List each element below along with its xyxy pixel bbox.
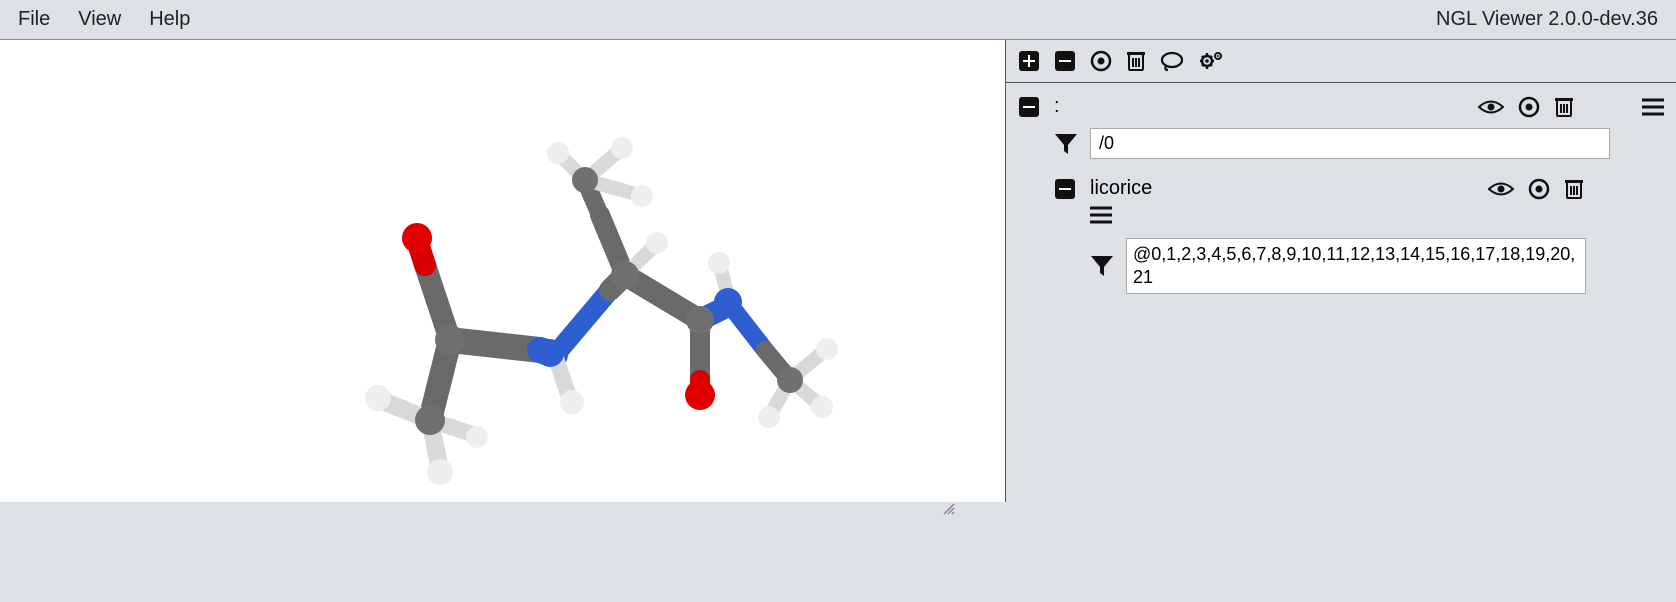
component-filter-row (1018, 128, 1664, 159)
settings-icon[interactable] (1198, 50, 1224, 72)
collapse-icon[interactable] (1018, 96, 1040, 118)
lasso-icon[interactable] (1160, 50, 1184, 72)
component-filter-input[interactable] (1090, 128, 1610, 159)
component-label: : (1054, 95, 1060, 118)
center-all-icon[interactable] (1090, 50, 1112, 72)
representation-filter-row: @0,1,2,3,4,5,6,7,8,9,10,11,12,13,14,15,1… (1018, 238, 1664, 294)
viewport-3d[interactable] (0, 40, 1005, 502)
representation-label: licorice (1090, 177, 1152, 200)
statusbar (0, 502, 1676, 602)
representation-menu-row (1018, 206, 1664, 224)
app-version: NGL Viewer 2.0.0-dev.36 (1436, 8, 1658, 31)
component-row: : (1018, 95, 1664, 118)
trash-all-icon[interactable] (1126, 50, 1146, 72)
components-panel: : (1006, 83, 1676, 316)
menu-file[interactable]: File (18, 8, 50, 31)
filter-icon[interactable] (1090, 255, 1114, 277)
representation-row: licorice (1018, 177, 1664, 200)
trash-icon[interactable] (1554, 96, 1574, 118)
collapse-all-icon[interactable] (1054, 50, 1076, 72)
center-icon[interactable] (1518, 96, 1540, 118)
content: : (0, 40, 1676, 502)
eye-icon[interactable] (1488, 180, 1514, 198)
resize-handle-icon[interactable] (0, 502, 1676, 519)
eye-icon[interactable] (1478, 98, 1504, 116)
menu-help[interactable]: Help (149, 8, 190, 31)
hamburger-icon[interactable] (1090, 206, 1112, 224)
representation-filter-input[interactable]: @0,1,2,3,4,5,6,7,8,9,10,11,12,13,14,15,1… (1126, 238, 1586, 294)
filter-icon[interactable] (1054, 133, 1078, 155)
collapse-icon[interactable] (1054, 178, 1076, 200)
expand-all-icon[interactable] (1018, 50, 1040, 72)
sidebar-toolbar (1006, 40, 1676, 83)
hamburger-icon[interactable] (1642, 98, 1664, 116)
menu-view[interactable]: View (78, 8, 121, 31)
center-icon[interactable] (1528, 178, 1550, 200)
menubar: File View Help NGL Viewer 2.0.0-dev.36 (0, 0, 1676, 40)
sidebar: : (1005, 40, 1676, 502)
trash-icon[interactable] (1564, 178, 1584, 200)
